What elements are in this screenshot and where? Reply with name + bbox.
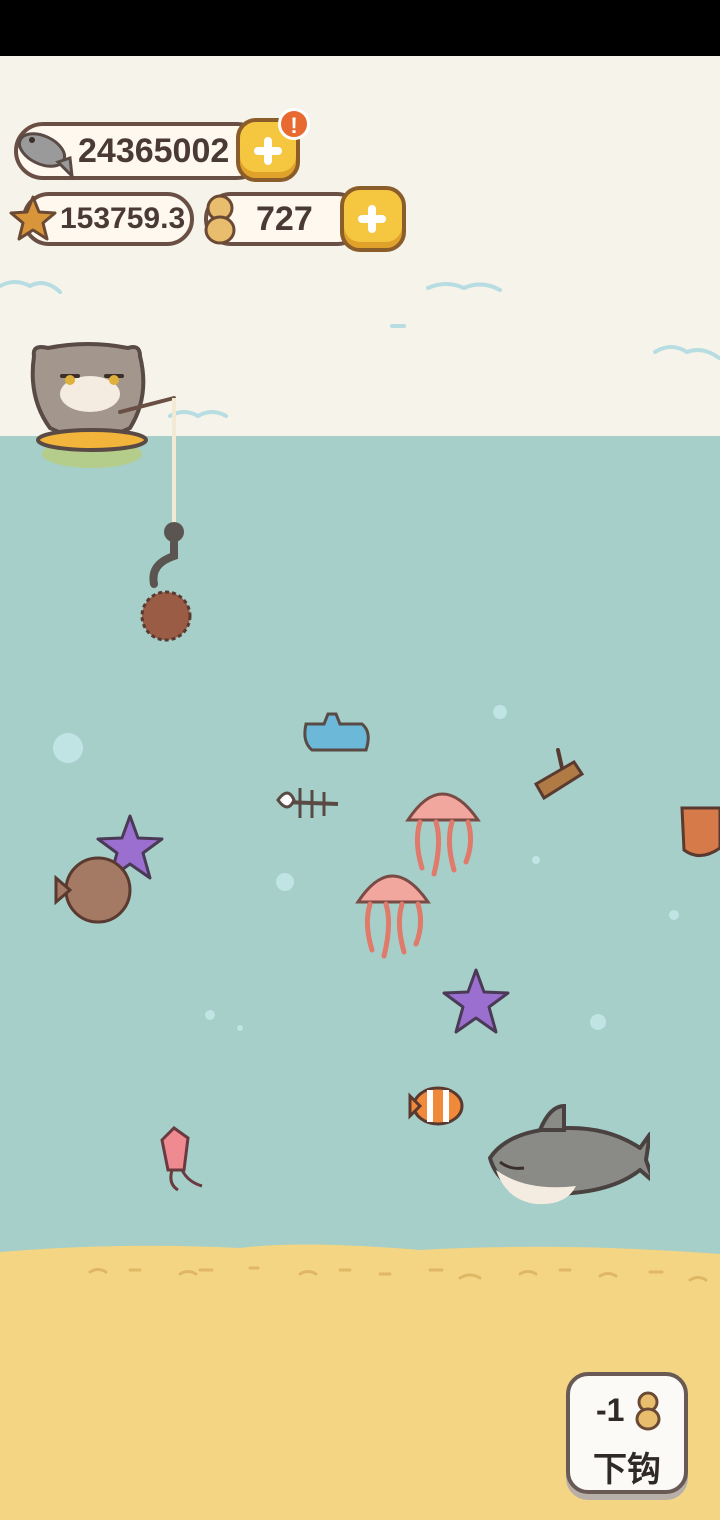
cast-hook-button[interactable]: -1 下钩 xyxy=(566,1372,688,1494)
fish-icon xyxy=(17,132,74,181)
fish-count: 24365002 xyxy=(78,131,230,170)
alert-icon: ! xyxy=(278,108,310,140)
status-bar xyxy=(0,0,720,56)
bait-count: 727 xyxy=(256,199,313,238)
peanut-icon xyxy=(635,1391,661,1431)
starfish-count: 153759.3 xyxy=(60,202,186,235)
squid[interactable] xyxy=(148,1124,210,1196)
peanut-icon xyxy=(204,194,236,245)
starfish-icon xyxy=(9,195,57,241)
bubbles xyxy=(53,705,679,1031)
bait-cost: -1 xyxy=(596,1392,625,1428)
shark[interactable] xyxy=(482,1100,650,1210)
add-bait-button[interactable] xyxy=(340,186,406,252)
fishing-cat[interactable] xyxy=(20,336,220,656)
clownfish[interactable] xyxy=(404,1082,468,1132)
cast-hook-label: 下钩 xyxy=(593,1451,661,1489)
